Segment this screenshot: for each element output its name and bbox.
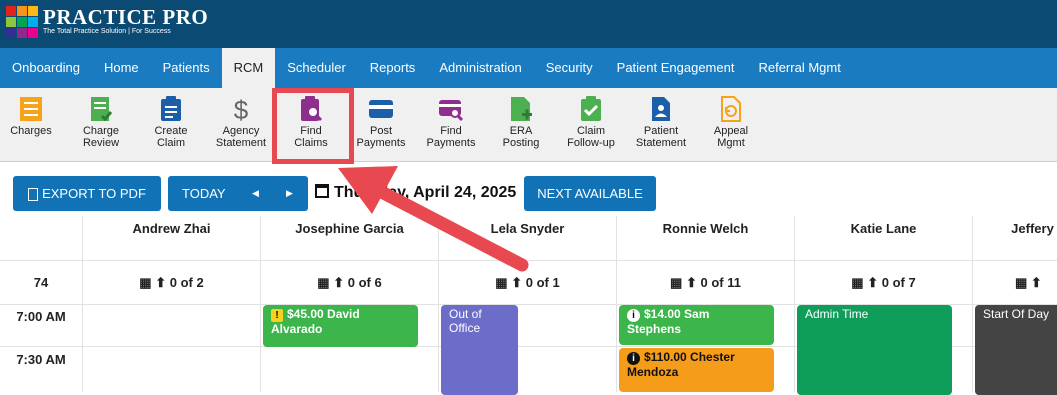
prev-day-icon[interactable]: ◀ bbox=[252, 176, 259, 211]
appointment[interactable]: i $110.00 Chester Mendoza bbox=[619, 348, 774, 392]
share-icon[interactable]: ⬆ bbox=[511, 275, 522, 290]
charge-review-icon bbox=[91, 97, 113, 122]
grid-line bbox=[616, 304, 617, 392]
tool-patient-statement[interactable]: Patient Statement bbox=[626, 96, 696, 149]
top-header: PRACTICE PRO The Total Practice Solution… bbox=[0, 0, 1057, 48]
provider-header[interactable]: Lela Snyder bbox=[438, 216, 616, 260]
info-icon: i bbox=[627, 309, 640, 322]
current-date[interactable]: Thursday, April 24, 2025 bbox=[315, 184, 516, 202]
next-available-button[interactable]: NEXT AVAILABLE bbox=[524, 176, 656, 211]
appointment[interactable]: Admin Time bbox=[797, 305, 952, 395]
tool-charge-review[interactable]: Charge Review bbox=[66, 96, 136, 149]
provider-header[interactable]: Andrew Zhai bbox=[82, 216, 260, 260]
export-pdf-button[interactable]: EXPORT TO PDF bbox=[13, 176, 161, 211]
share-icon[interactable]: ⬆ bbox=[333, 275, 344, 290]
tool-create-claim[interactable]: Create Claim bbox=[136, 96, 206, 149]
find-payments-icon bbox=[439, 100, 463, 122]
provider-count: ▦ ⬆ 0 of 7 bbox=[794, 260, 972, 304]
era-posting-icon bbox=[511, 97, 532, 121]
info-icon: i bbox=[627, 352, 640, 365]
nav-reports[interactable]: Reports bbox=[358, 48, 428, 88]
grid-line bbox=[438, 304, 439, 392]
appointment[interactable]: Out of Office bbox=[441, 305, 518, 395]
provider-count: ▦ ⬆ 0 of 11 bbox=[616, 260, 794, 304]
create-claim-icon bbox=[161, 96, 181, 121]
today-controls: TODAY ◀ ▶ bbox=[168, 176, 308, 211]
nav-administration[interactable]: Administration bbox=[427, 48, 533, 88]
nav-patient-engagement[interactable]: Patient Engagement bbox=[605, 48, 747, 88]
today-button[interactable]: TODAY bbox=[182, 186, 226, 201]
charges-icon bbox=[20, 97, 42, 121]
schedule-grid: Andrew Zhai Josephine Garcia Lela Snyder… bbox=[0, 216, 1057, 395]
calendar-icon: ▦ bbox=[139, 275, 152, 290]
calendar-icon: ▦ bbox=[1015, 275, 1028, 290]
find-claims-highlight bbox=[272, 88, 354, 164]
svg-text:$: $ bbox=[234, 96, 249, 122]
grid-line bbox=[82, 304, 83, 392]
nav-security[interactable]: Security bbox=[534, 48, 605, 88]
share-icon[interactable]: ⬆ bbox=[1031, 275, 1042, 290]
post-payments-icon bbox=[369, 100, 393, 118]
tool-claim-followup[interactable]: Claim Follow-up bbox=[556, 96, 626, 149]
calendar-icon: ▦ bbox=[495, 275, 508, 290]
logo-mark-icon bbox=[6, 6, 38, 38]
rcm-toolbar: Charges Charge Review Create Claim $ Age… bbox=[0, 88, 1057, 162]
calendar-icon: ▦ bbox=[317, 275, 330, 290]
patient-statement-icon bbox=[652, 97, 670, 121]
calendar-icon: ▦ bbox=[851, 275, 864, 290]
app-tagline: The Total Practice Solution | For Succes… bbox=[43, 28, 171, 35]
tool-appeal-mgmt[interactable]: Appeal Mgmt bbox=[696, 96, 766, 149]
app-name: PRACTICE PRO bbox=[43, 5, 209, 29]
provider-count: ▦ ⬆ 0 of 1 bbox=[438, 260, 616, 304]
provider-count: ▦ ⬆ 0 of 2 bbox=[82, 260, 260, 304]
time-label: 7:00 AM bbox=[16, 309, 66, 324]
share-icon[interactable]: ⬆ bbox=[867, 275, 878, 290]
app-logo[interactable]: PRACTICE PRO The Total Practice Solution… bbox=[6, 6, 208, 38]
provider-header[interactable]: Ronnie Welch bbox=[616, 216, 794, 260]
appointment[interactable]: Start Of Day bbox=[975, 305, 1057, 395]
tool-charges[interactable]: Charges bbox=[0, 96, 66, 137]
tool-agency-statement[interactable]: $ Agency Statement bbox=[206, 96, 276, 149]
provider-count: ▦ ⬆ 0 of 6 bbox=[260, 260, 438, 304]
nav-onboarding[interactable]: Onboarding bbox=[0, 48, 92, 88]
calendar-icon bbox=[315, 184, 329, 198]
next-day-icon[interactable]: ▶ bbox=[286, 176, 293, 211]
nav-patients[interactable]: Patients bbox=[151, 48, 222, 88]
appeal-icon bbox=[721, 96, 741, 122]
grid-line bbox=[794, 304, 795, 392]
main-nav: Onboarding Home Patients RCM Scheduler R… bbox=[0, 48, 1057, 88]
pdf-icon bbox=[28, 188, 39, 202]
warning-icon: ! bbox=[271, 309, 283, 322]
appointment[interactable]: ! $45.00 David Alvarado bbox=[263, 305, 418, 347]
claim-followup-icon bbox=[581, 96, 601, 121]
time-label: 7:30 AM bbox=[16, 352, 66, 367]
appointment[interactable]: i $14.00 Sam Stephens bbox=[619, 305, 774, 345]
tool-find-payments[interactable]: Find Payments bbox=[416, 96, 486, 149]
nav-scheduler[interactable]: Scheduler bbox=[275, 48, 358, 88]
row-number: 74 bbox=[0, 260, 82, 304]
nav-home[interactable]: Home bbox=[92, 48, 151, 88]
provider-header[interactable]: Jeffery bbox=[972, 216, 1057, 260]
grid-line bbox=[260, 304, 261, 392]
tool-post-payments[interactable]: Post Payments bbox=[346, 96, 416, 149]
share-icon[interactable]: ⬆ bbox=[155, 275, 166, 290]
provider-header[interactable]: Katie Lane bbox=[794, 216, 972, 260]
nav-rcm[interactable]: RCM bbox=[221, 48, 276, 88]
provider-header[interactable]: Josephine Garcia bbox=[260, 216, 438, 260]
dollar-icon: $ bbox=[234, 96, 249, 122]
grid-line bbox=[972, 304, 973, 392]
provider-count: ▦ ⬆ bbox=[972, 260, 1057, 304]
share-icon[interactable]: ⬆ bbox=[686, 275, 697, 290]
nav-referral-mgmt[interactable]: Referral Mgmt bbox=[746, 48, 852, 88]
tool-era-posting[interactable]: ERA Posting bbox=[486, 96, 556, 149]
calendar-icon: ▦ bbox=[670, 275, 683, 290]
